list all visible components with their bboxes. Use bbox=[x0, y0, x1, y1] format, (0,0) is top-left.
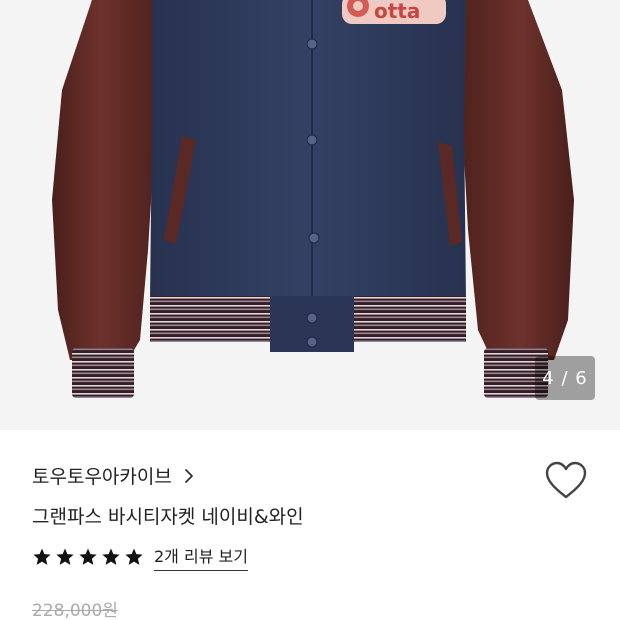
image-counter: 4 / 6 bbox=[535, 356, 595, 400]
star-rating bbox=[32, 547, 144, 567]
product-name: 그랜파스 바시티자켓 네이비&와인 bbox=[32, 506, 304, 528]
star-icon bbox=[101, 547, 121, 567]
product-image-carousel[interactable]: otta 4 / 6 bbox=[0, 0, 620, 430]
rating-row: 2개 리뷰 보기 bbox=[32, 543, 248, 571]
product-photo: otta bbox=[52, 0, 574, 398]
star-icon bbox=[124, 547, 144, 567]
wishlist-heart-icon[interactable] bbox=[545, 461, 587, 501]
star-icon bbox=[55, 547, 75, 567]
review-link[interactable]: 2개 리뷰 보기 bbox=[154, 543, 248, 571]
patch-lettering: otta bbox=[374, 0, 420, 23]
star-icon bbox=[32, 547, 52, 567]
star-icon bbox=[78, 547, 98, 567]
chevron-right-icon bbox=[184, 468, 194, 484]
brand-link[interactable]: 토우토우아카이브 bbox=[32, 462, 194, 489]
brand-name: 토우토우아카이브 bbox=[32, 466, 172, 488]
original-price: 228,000원 bbox=[32, 601, 118, 620]
